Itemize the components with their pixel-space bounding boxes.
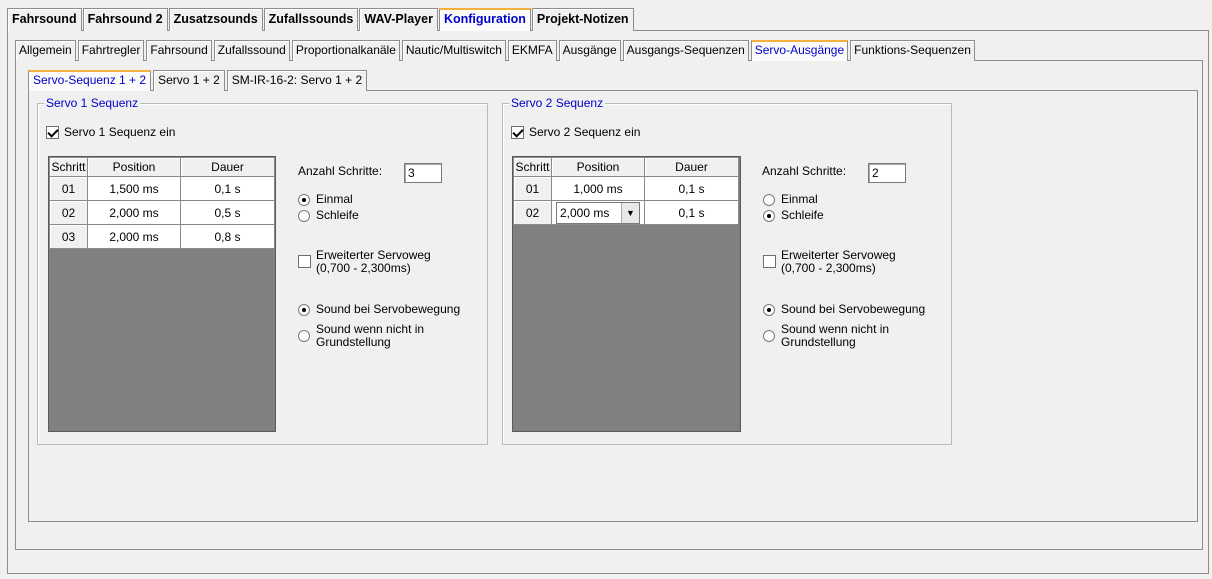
servo2-extended-range: (0,700 - 2,300ms) (781, 261, 876, 275)
servo2-steps-label: Anzahl Schritte: (762, 164, 847, 178)
servo2-sound-not-home[interactable]: Sound wenn nicht in Grundstellung (763, 323, 889, 349)
tab-funktions-sequenzen[interactable]: Funktions-Sequenzen (850, 40, 975, 61)
table-row[interactable]: 02 2,000 ms ▼ 0,1 s (513, 200, 739, 225)
servo1-enable-checkbox[interactable] (46, 126, 59, 139)
servo2-enable-label: Servo 2 Sequenz ein (529, 125, 641, 139)
config-tab-bar: Allgemein Fahrtregler Fahrsound Zufallss… (15, 40, 977, 61)
duration-cell[interactable]: 0,5 s (180, 200, 275, 225)
servo2-once-label: Einmal (781, 192, 818, 206)
servo1-mode-loop[interactable]: Schleife (298, 209, 359, 222)
position-cell[interactable]: 2,000 ms (87, 224, 181, 249)
tab-projekt-notizen[interactable]: Projekt-Notizen (531, 8, 634, 31)
servo1-loop-radio[interactable] (298, 209, 310, 222)
tab-ekmfa[interactable]: EKMFA (507, 40, 557, 61)
col-header-schritt[interactable]: Schritt (513, 157, 552, 177)
position-cell[interactable]: 2,000 ms (87, 200, 181, 225)
servo1-sound-move-radio[interactable] (298, 303, 310, 316)
tab-fahrsound[interactable]: Fahrsound (7, 8, 82, 31)
servo1-sound-not-home[interactable]: Sound wenn nicht in Grundstellung (298, 323, 424, 349)
tab-servo-1-2[interactable]: Servo 1 + 2 (153, 70, 225, 91)
servo1-once-radio[interactable] (298, 193, 310, 206)
servo2-enable[interactable]: Servo 2 Sequenz ein (511, 126, 640, 139)
servo1-loop-label: Schleife (316, 208, 359, 222)
tab-zufallssound[interactable]: Zufallssound (213, 40, 290, 61)
tab-zufallssounds[interactable]: Zufallssounds (263, 8, 359, 31)
tab-fahrsound-config[interactable]: Fahrsound (146, 40, 212, 61)
tab-konfiguration[interactable]: Konfiguration (438, 8, 531, 31)
col-header-dauer[interactable]: Dauer (644, 157, 739, 177)
table-row[interactable]: 01 1,500 ms 0,1 s (49, 176, 275, 201)
table-row[interactable]: 02 2,000 ms 0,5 s (49, 200, 275, 225)
step-cell[interactable]: 02 (49, 200, 88, 225)
position-dropdown-value: 2,000 ms (560, 205, 610, 220)
step-cell[interactable]: 03 (49, 224, 88, 249)
chevron-down-icon[interactable]: ▼ (621, 202, 639, 223)
tab-ausgaenge[interactable]: Ausgänge (558, 40, 621, 61)
step-cell[interactable]: 01 (513, 176, 552, 201)
tab-proportionalkanaele[interactable]: Proportionalkanäle (291, 40, 400, 61)
step-cell[interactable]: 01 (49, 176, 88, 201)
main-tab-bar: Fahrsound Fahrsound 2 Zusatzsounds Zufal… (7, 8, 635, 31)
col-header-position[interactable]: Position (87, 157, 181, 177)
servo1-steps-input[interactable]: 3 (404, 163, 442, 183)
servo2-group-title: Servo 2 Sequenz (509, 96, 606, 110)
servo1-enable-label: Servo 1 Sequenz ein (64, 125, 176, 139)
servo1-extended[interactable]: Erweiterter Servoweg (0,700 - 2,300ms) (298, 249, 431, 275)
servo2-sound-move-label: Sound bei Servobewegung (781, 302, 926, 316)
servo1-steps-label: Anzahl Schritte: (298, 164, 383, 178)
servo1-sound-move[interactable]: Sound bei Servobewegung (298, 303, 460, 316)
table-row[interactable]: 01 1,000 ms 0,1 s (513, 176, 739, 201)
servo2-sound-not-home-label-2: Grundstellung (781, 335, 856, 349)
servo2-once-radio[interactable] (763, 193, 775, 206)
tab-fahrsound-2[interactable]: Fahrsound 2 (82, 8, 168, 31)
tab-zusatzsounds[interactable]: Zusatzsounds (168, 8, 263, 31)
servo1-once-label: Einmal (316, 192, 353, 206)
servo2-mode-once[interactable]: Einmal (763, 193, 818, 206)
servo2-grid[interactable]: Schritt Position Dauer 01 1,000 ms 0,1 s… (512, 156, 741, 432)
servo1-sound-not-home-radio[interactable] (298, 330, 310, 342)
col-header-schritt[interactable]: Schritt (49, 157, 88, 177)
tab-allgemein[interactable]: Allgemein (15, 40, 76, 61)
servo2-steps-input[interactable]: 2 (868, 163, 906, 183)
servo1-enable[interactable]: Servo 1 Sequenz ein (46, 126, 175, 139)
servo1-sound-move-label: Sound bei Servobewegung (316, 302, 461, 316)
tab-sm-ir-16-2[interactable]: SM-IR-16-2: Servo 1 + 2 (226, 70, 368, 91)
servo2-sound-move[interactable]: Sound bei Servobewegung (763, 303, 925, 316)
servo1-mode-once[interactable]: Einmal (298, 193, 353, 206)
servo1-grid[interactable]: Schritt Position Dauer 01 1,500 ms 0,1 s… (48, 156, 276, 432)
servo2-sound-not-home-radio[interactable] (763, 330, 775, 342)
tab-fahrtregler[interactable]: Fahrtregler (77, 40, 145, 61)
servo1-extended-range: (0,700 - 2,300ms) (316, 261, 411, 275)
position-cell[interactable]: 1,500 ms (87, 176, 181, 201)
duration-cell[interactable]: 0,1 s (644, 176, 739, 201)
servo1-sound-not-home-label-2: Grundstellung (316, 335, 391, 349)
table-row[interactable]: 03 2,000 ms 0,8 s (49, 224, 275, 249)
servo2-loop-radio[interactable] (763, 209, 775, 222)
servo1-extended-checkbox[interactable] (298, 255, 311, 268)
servo2-extended-checkbox[interactable] (763, 255, 776, 268)
servo2-enable-checkbox[interactable] (511, 126, 524, 139)
col-header-dauer[interactable]: Dauer (180, 157, 275, 177)
servo2-extended[interactable]: Erweiterter Servoweg (0,700 - 2,300ms) (763, 249, 896, 275)
tab-servo-sequenz[interactable]: Servo-Sequenz 1 + 2 (28, 70, 152, 91)
duration-cell[interactable]: 0,1 s (644, 200, 739, 225)
servo2-sound-move-radio[interactable] (763, 303, 775, 316)
servo2-mode-loop[interactable]: Schleife (763, 209, 824, 222)
servo1-group-title: Servo 1 Sequenz (44, 96, 141, 110)
duration-cell[interactable]: 0,8 s (180, 224, 275, 249)
step-cell[interactable]: 02 (513, 200, 552, 225)
tab-servo-ausgaenge[interactable]: Servo-Ausgänge (750, 40, 849, 61)
position-cell[interactable]: 1,000 ms (551, 176, 645, 201)
position-cell-editing[interactable]: 2,000 ms ▼ (551, 200, 645, 225)
tab-ausgangs-sequenzen[interactable]: Ausgangs-Sequenzen (622, 40, 749, 61)
position-dropdown[interactable]: 2,000 ms ▼ (556, 201, 640, 224)
col-header-position[interactable]: Position (551, 157, 645, 177)
tab-wav-player[interactable]: WAV-Player (359, 8, 438, 31)
tab-nautic-multiswitch[interactable]: Nautic/Multiswitch (401, 40, 506, 61)
servo-tab-bar: Servo-Sequenz 1 + 2 Servo 1 + 2 SM-IR-16… (28, 70, 369, 91)
servo2-loop-label: Schleife (781, 208, 824, 222)
duration-cell[interactable]: 0,1 s (180, 176, 275, 201)
